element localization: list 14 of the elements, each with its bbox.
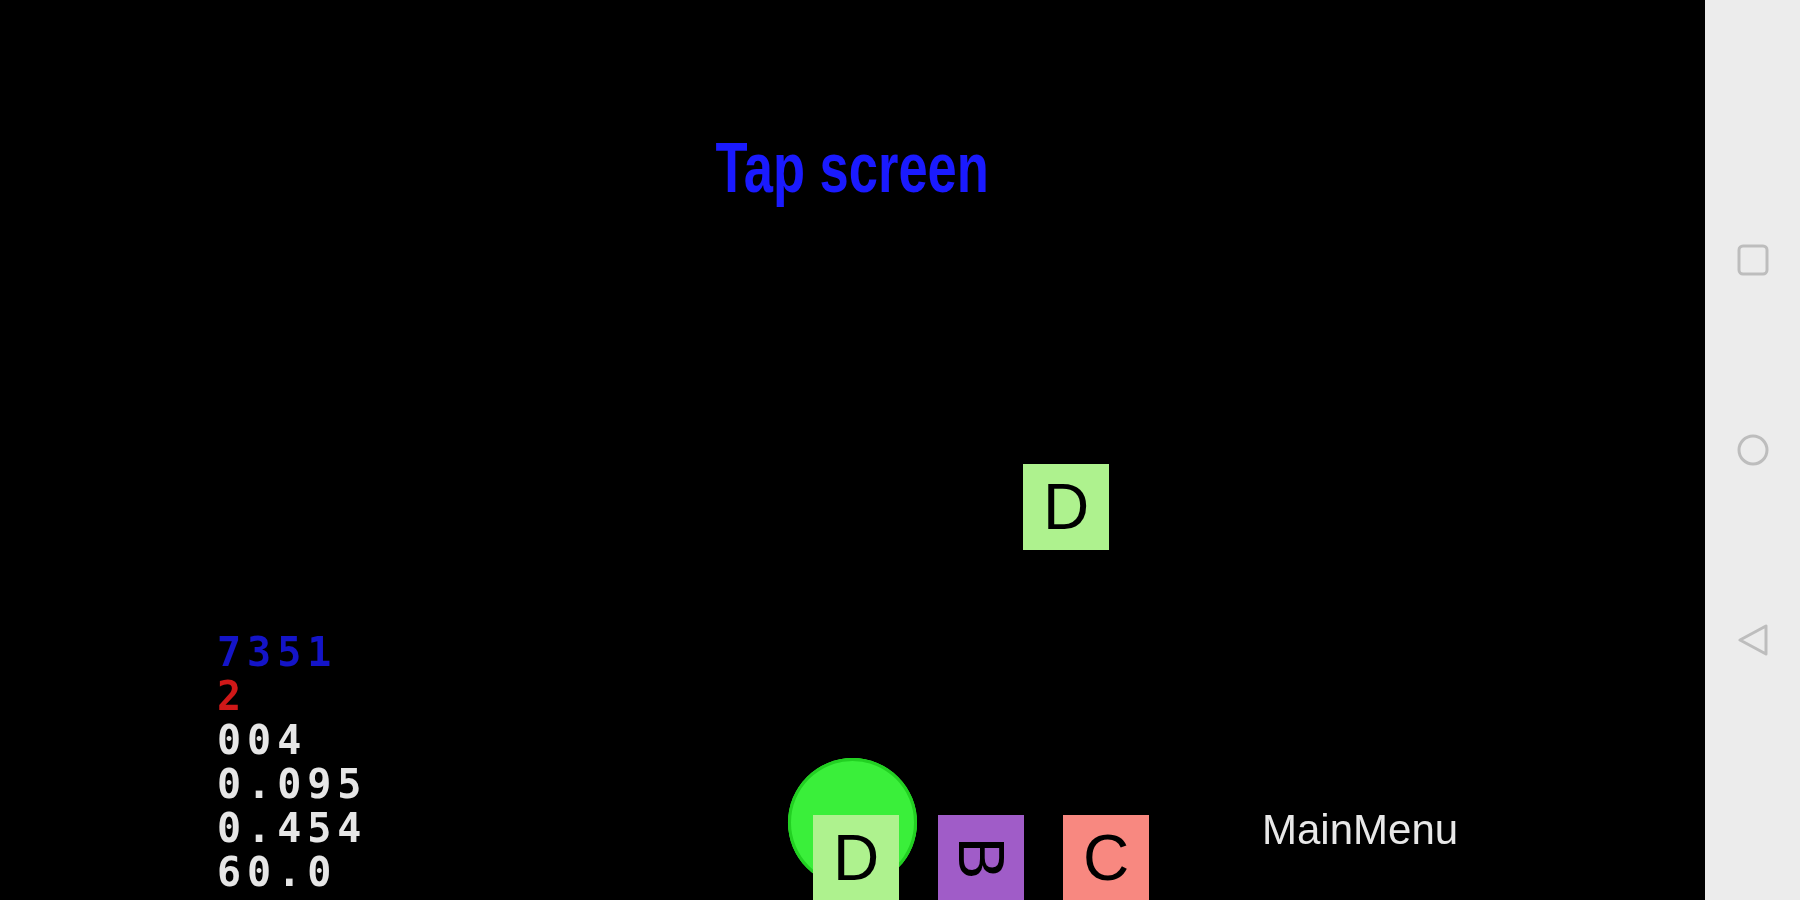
home-icon[interactable] [1736, 434, 1769, 466]
letter-tile: D [1023, 464, 1109, 550]
stat-readout: 7351 [217, 630, 338, 674]
stat-readout: 2 [217, 674, 248, 718]
stat-readout: 0.095 [217, 762, 368, 806]
main-menu-button[interactable]: MainMenu [1262, 809, 1459, 851]
stat-readout: 0.454 [217, 806, 368, 850]
stat-readout: 004 [217, 718, 308, 762]
letter-tile[interactable]: C [1063, 815, 1149, 900]
stat-readout: 60.0 [217, 850, 338, 894]
letter-tile[interactable]: D [813, 815, 899, 900]
letter-tile[interactable]: B [938, 815, 1024, 900]
back-icon[interactable] [1736, 624, 1769, 656]
recent-apps-icon[interactable] [1736, 244, 1769, 276]
